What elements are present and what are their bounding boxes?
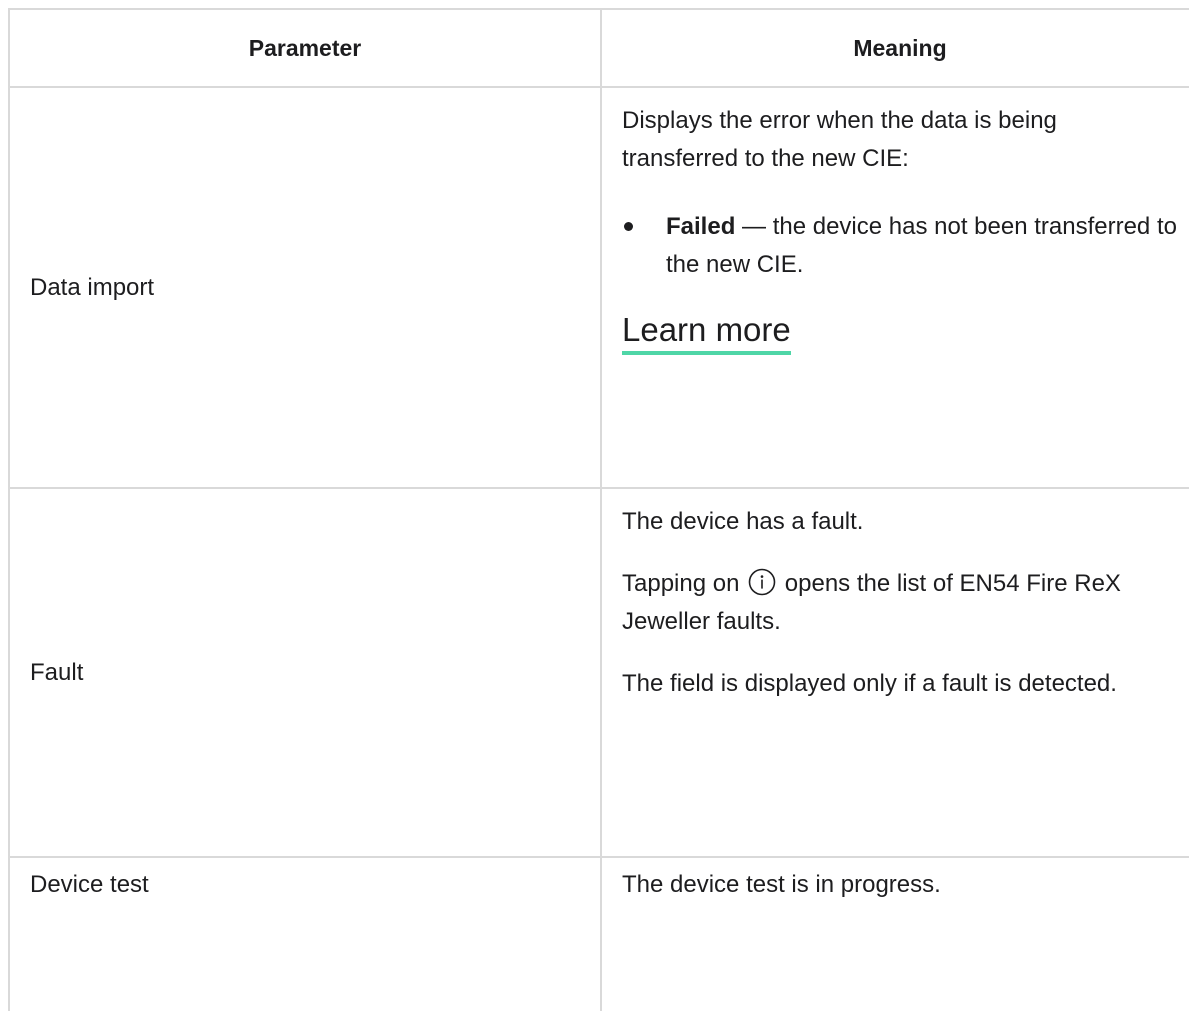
table-row-data-import: Data import Displays the error when the … [9, 87, 1189, 489]
fault-line-2-before: Tapping on [622, 570, 747, 597]
header-parameter: Parameter [9, 9, 602, 88]
meaning-data-import: Displays the error when the data is bein… [601, 87, 1189, 489]
parameter-data-import: Data import [9, 87, 602, 489]
meaning-intro: Displays the error when the data is bein… [622, 107, 1057, 172]
status-failed-description: — the device has not been transferred to… [666, 213, 1177, 278]
parameters-table: Parameter Meaning Data import Displays t… [8, 8, 1189, 1011]
fault-line-3: The field is displayed only if a fault i… [622, 670, 1117, 697]
learn-more-link[interactable]: Learn more [622, 310, 791, 355]
list-item-failed: Failed — the device has not been transfe… [622, 208, 1178, 284]
parameter-device-test: Device test [9, 857, 602, 1011]
parameter-fault: Fault [9, 488, 602, 858]
fault-line-2: Tapping on opens the list of EN54 Fire R… [622, 565, 1178, 641]
table-header-row: Parameter Meaning [9, 9, 1189, 88]
meaning-device-test: The device test is in progress. [601, 857, 1189, 1011]
table-row-fault: Fault The device has a fault. Tapping on… [9, 488, 1189, 858]
table-row-device-test: Device test The device test is in progre… [9, 857, 1189, 1011]
page: Parameter Meaning Data import Displays t… [0, 0, 1189, 1011]
info-circle-icon [748, 568, 776, 596]
header-meaning: Meaning [601, 9, 1189, 88]
fault-line-1: The device has a fault. [622, 508, 864, 535]
status-failed-label: Failed [666, 213, 736, 240]
meaning-fault: The device has a fault. Tapping on opens… [601, 488, 1189, 858]
bullet-dot [624, 222, 633, 231]
status-list: Failed — the device has not been transfe… [622, 208, 1178, 284]
device-test-line-1: The device test is in progress. [622, 871, 941, 898]
